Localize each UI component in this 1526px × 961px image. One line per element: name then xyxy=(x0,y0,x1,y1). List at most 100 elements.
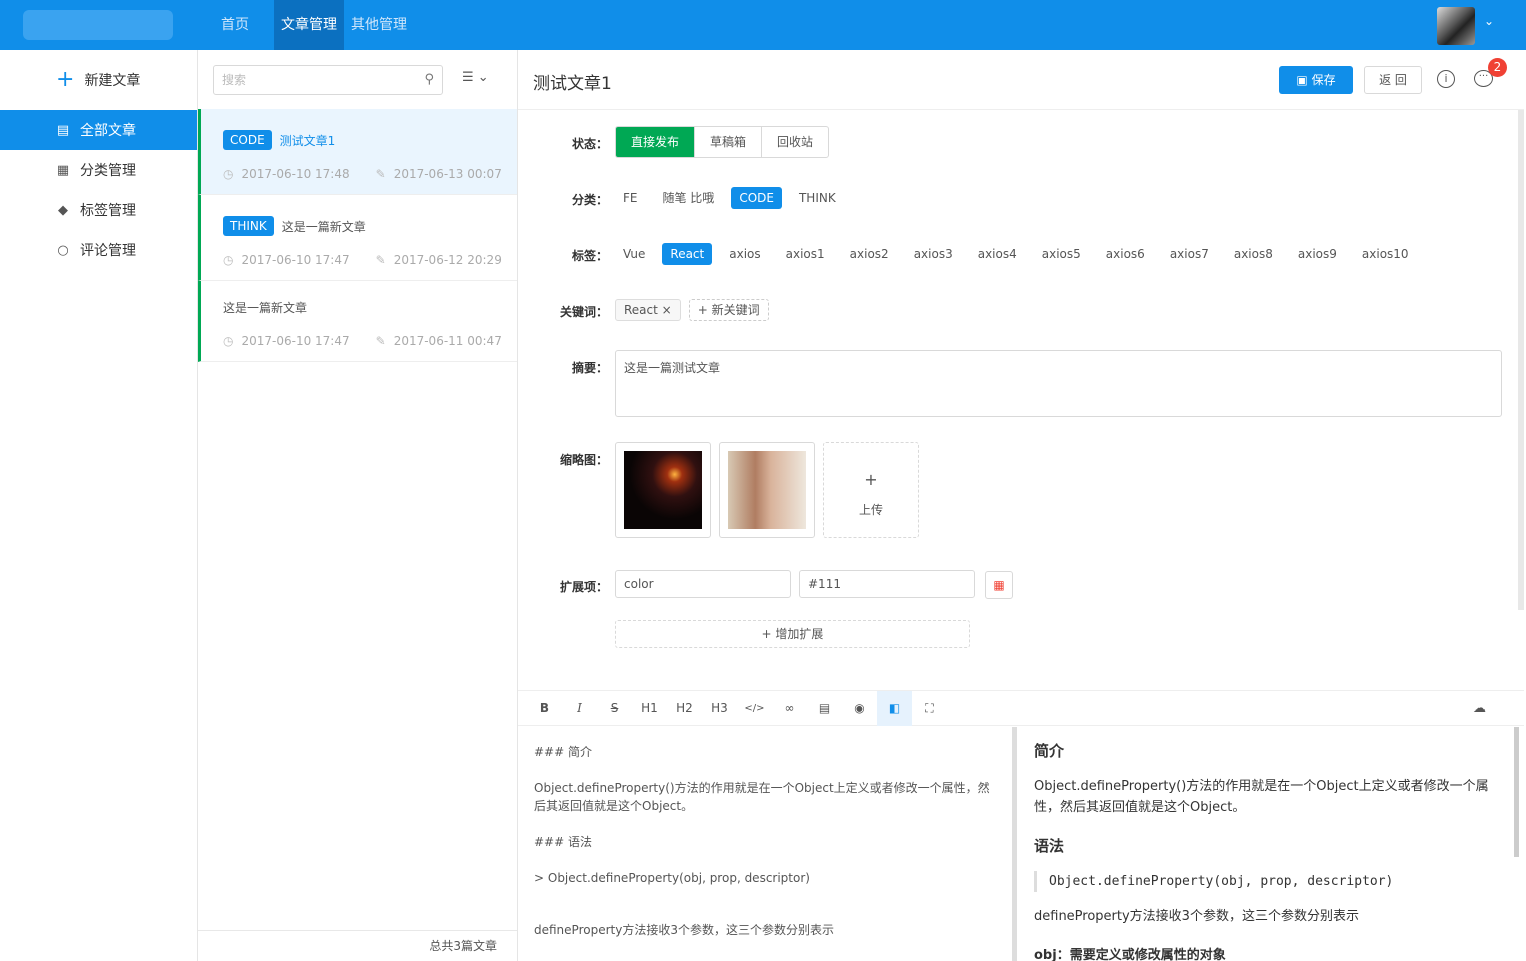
sidebar-item-categories[interactable]: ▦ 分类管理 xyxy=(0,150,197,190)
category-option[interactable]: FE xyxy=(615,187,645,209)
tag-option[interactable]: axios2 xyxy=(842,243,897,265)
add-extension-button[interactable]: + 增加扩展 xyxy=(615,620,970,648)
thumbnail[interactable] xyxy=(615,442,711,538)
tag-option[interactable]: axios8 xyxy=(1226,243,1281,265)
save-icon: ▣ xyxy=(1296,73,1312,87)
link-icon[interactable]: ∞ xyxy=(772,691,807,726)
tag-option[interactable]: axios5 xyxy=(1034,243,1089,265)
h2-button[interactable]: H2 xyxy=(667,691,702,726)
category-options: FE 随笔 比哦 CODE THINK xyxy=(615,187,853,209)
category-option[interactable]: 随笔 比哦 xyxy=(654,187,722,209)
updated-time: 2017-06-12 20:29 xyxy=(393,253,502,267)
plus-icon: + xyxy=(56,67,75,92)
category-option[interactable]: THINK xyxy=(791,187,844,209)
bold-button[interactable]: B xyxy=(527,691,562,726)
scrollbar[interactable] xyxy=(1518,110,1524,610)
list-view-toggle[interactable]: ☰ ⌄ xyxy=(462,70,489,85)
keyword-chip[interactable]: React × xyxy=(615,299,681,321)
upload-label: 上传 xyxy=(858,503,883,517)
tag-option[interactable]: Vue xyxy=(615,243,653,265)
add-keyword-button[interactable]: + 新关键词 xyxy=(688,299,769,321)
ext-label: 扩展项： xyxy=(559,580,608,594)
tag-option[interactable]: axios10 xyxy=(1354,243,1417,265)
nav-article-management[interactable]: 文章管理 xyxy=(274,0,344,50)
save-button[interactable]: ▣ 保存 xyxy=(1279,66,1353,94)
preview-paragraph: Object.defineProperty()方法的作用就是在一个Object上… xyxy=(1034,779,1489,815)
chevron-down-icon: ⌄ xyxy=(477,70,489,85)
thumbnail[interactable] xyxy=(719,442,815,538)
strikethrough-button[interactable]: S xyxy=(597,691,632,726)
add-ext-label: 增加扩展 xyxy=(775,627,824,641)
close-icon[interactable]: × xyxy=(662,303,672,317)
ext-key-input[interactable]: color xyxy=(615,570,791,598)
tag-options: Vue React axios axios1 axios2 axios3 axi… xyxy=(615,243,1426,265)
back-button[interactable]: 返 回 xyxy=(1364,66,1422,94)
list-item[interactable]: CODE 测试文章1 ◷ 2017-06-10 17:48 ✎ 2017-06-… xyxy=(198,109,517,195)
sidebar-item-label: 标签管理 xyxy=(80,203,136,219)
editor-header: 测试文章1 ▣ 保存 返 回 i ··· 2 xyxy=(518,50,1524,110)
sidebar-item-label: 评论管理 xyxy=(80,243,136,259)
keyword-text: React xyxy=(624,303,658,317)
ext-value-input[interactable]: #111 xyxy=(799,570,975,598)
info-icon[interactable]: i xyxy=(1437,70,1455,88)
new-article-button[interactable]: + 新建文章 xyxy=(0,50,197,110)
tag-option[interactable]: axios6 xyxy=(1098,243,1153,265)
edit-icon: ✎ xyxy=(375,334,386,348)
h3-button[interactable]: H3 xyxy=(702,691,737,726)
italic-button[interactable]: I xyxy=(562,691,597,726)
page-title: 测试文章1 xyxy=(533,74,612,94)
category-chip: THINK xyxy=(223,216,274,236)
chevron-down-icon[interactable]: ⌄ xyxy=(1484,14,1494,28)
summary-textarea[interactable]: 这是一篇测试文章 xyxy=(615,350,1502,417)
preview-scrollbar[interactable] xyxy=(1514,727,1519,857)
tag-option[interactable]: axios9 xyxy=(1290,243,1345,265)
avatar[interactable] xyxy=(1437,7,1475,45)
edit-icon: ✎ xyxy=(375,253,386,267)
tag-option[interactable]: axios3 xyxy=(906,243,961,265)
status-draft[interactable]: 草稿箱 xyxy=(695,127,763,157)
plus-icon: + xyxy=(761,627,776,641)
split-view-icon[interactable]: ◧ xyxy=(877,690,912,726)
status-publish[interactable]: 直接发布 xyxy=(616,127,696,157)
fullscreen-icon[interactable]: ⛶ xyxy=(912,691,947,726)
h1-button[interactable]: H1 xyxy=(632,691,667,726)
preview-paragraph: defineProperty方法接收3个参数，这三个参数分别表示 xyxy=(1034,909,1359,924)
source-line: Object.defineProperty()方法的作用就是在一个Object上… xyxy=(534,781,990,813)
tag-option[interactable]: axios xyxy=(721,243,768,265)
tag-option[interactable]: axios7 xyxy=(1162,243,1217,265)
tag-icon: ◆ xyxy=(58,202,68,218)
markdown-preview: 简介 Object.defineProperty()方法的作用就是在一个Obje… xyxy=(1017,727,1514,961)
category-option[interactable]: CODE xyxy=(731,187,782,209)
top-nav: 首页 文章管理 其他管理 xyxy=(198,0,414,50)
nav-other-management[interactable]: 其他管理 xyxy=(344,0,414,50)
tag-option[interactable]: axios1 xyxy=(778,243,833,265)
code-button[interactable]: </> xyxy=(737,691,772,726)
image-icon[interactable]: ▤ xyxy=(807,691,842,726)
preview-icon[interactable]: ◉ xyxy=(842,691,877,726)
article-list-panel: 搜索 ⚲ ☰ ⌄ CODE 测试文章1 ◷ 2017-06-10 17:48 ✎… xyxy=(198,50,518,961)
upload-button[interactable]: + 上传 xyxy=(823,442,919,538)
sidebar-item-tags[interactable]: ◆ 标签管理 xyxy=(0,190,197,230)
preview-heading: 语法 xyxy=(1034,837,1065,855)
source-line: ### 简介 xyxy=(534,745,592,759)
list-item[interactable]: THINK 这是一篇新文章 ◷ 2017-06-10 17:47 ✎ 2017-… xyxy=(198,195,517,281)
notification-badge: 2 xyxy=(1488,58,1507,77)
list-item[interactable]: 这是一篇新文章 ◷ 2017-06-10 17:47 ✎ 2017-06-11 … xyxy=(198,281,517,362)
tag-option[interactable]: axios4 xyxy=(970,243,1025,265)
source-line: ### 语法 xyxy=(534,835,592,849)
search-input[interactable]: 搜索 ⚲ xyxy=(213,65,443,95)
sidebar-item-all-articles[interactable]: ▤ 全部文章 xyxy=(0,110,197,150)
markdown-source[interactable]: ### 简介 Object.defineProperty()方法的作用就是在一个… xyxy=(518,727,1012,961)
thumbnail-image xyxy=(624,451,702,529)
plus-icon: + xyxy=(864,470,878,489)
tag-option[interactable]: React xyxy=(662,243,713,265)
logo[interactable] xyxy=(23,10,173,40)
nav-home[interactable]: 首页 xyxy=(198,0,274,50)
editor-main: 测试文章1 ▣ 保存 返 回 i ··· 2 状态： 直接发布 草稿箱 回收站 … xyxy=(518,50,1526,961)
status-trash[interactable]: 回收站 xyxy=(762,127,828,157)
delete-icon[interactable]: ▦ xyxy=(985,571,1013,599)
source-line: defineProperty方法接收3个参数，这三个参数分别表示 xyxy=(534,923,834,937)
upload-cloud-icon[interactable]: ☁ xyxy=(1473,691,1493,726)
sidebar-item-comments[interactable]: ○ 评论管理 xyxy=(0,230,197,270)
search-icon[interactable]: ⚲ xyxy=(424,66,434,94)
